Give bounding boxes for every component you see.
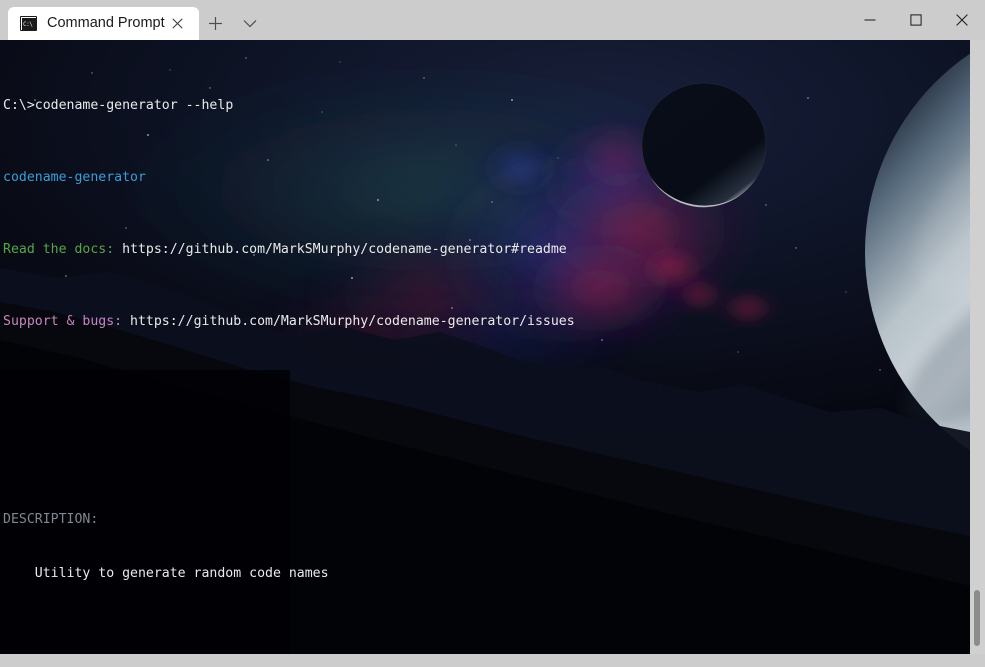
prompt: C:\> xyxy=(3,98,35,113)
tab-command-prompt[interactable]: C:\ Command Prompt xyxy=(8,7,199,40)
description-heading: DESCRIPTION: xyxy=(3,512,99,527)
window-bottom-border xyxy=(0,654,985,667)
support-label: Support & bugs: xyxy=(3,314,123,329)
new-tab-button[interactable] xyxy=(199,7,233,40)
close-tab-icon[interactable] xyxy=(165,11,191,37)
docs-url[interactable]: https://github.com/MarkSMurphy/codename-… xyxy=(122,242,567,257)
command-line: C:\>codename-generator --help xyxy=(3,97,970,115)
chevron-down-icon[interactable] xyxy=(233,7,267,40)
support-link-line: Support & bugs: https://github.com/MarkS… xyxy=(3,313,970,331)
support-url[interactable]: https://github.com/MarkSMurphy/codename-… xyxy=(130,314,575,329)
docs-link-line: Read the docs: https://github.com/MarkSM… xyxy=(3,241,970,259)
vertical-scrollbar[interactable] xyxy=(970,40,985,654)
terminal-window: C:\ Command Prompt C:\>codename-generato… xyxy=(0,0,985,667)
tab-title: Command Prompt xyxy=(47,16,165,31)
docs-label: Read the docs: xyxy=(3,242,115,257)
console-icon: C:\ xyxy=(20,16,37,31)
app-name: codename-generator xyxy=(3,170,146,185)
title-bar[interactable]: C:\ Command Prompt xyxy=(0,0,985,40)
maximize-button[interactable] xyxy=(893,0,939,40)
tab-strip: C:\ Command Prompt xyxy=(0,0,847,40)
typed-command: codename-generator --help xyxy=(34,98,234,113)
description-body: Utility to generate random code names xyxy=(3,566,329,581)
terminal-text[interactable]: C:\>codename-generator --help codename-g… xyxy=(0,40,970,654)
terminal-viewport[interactable]: C:\>codename-generator --help codename-g… xyxy=(0,40,970,654)
console-icon-prompt-glyph: C:\ xyxy=(23,21,33,28)
window-controls xyxy=(847,0,985,40)
app-name-line: codename-generator xyxy=(3,169,970,187)
minimize-button[interactable] xyxy=(847,0,893,40)
close-button[interactable] xyxy=(939,0,985,40)
scrollbar-thumb[interactable] xyxy=(974,590,980,646)
